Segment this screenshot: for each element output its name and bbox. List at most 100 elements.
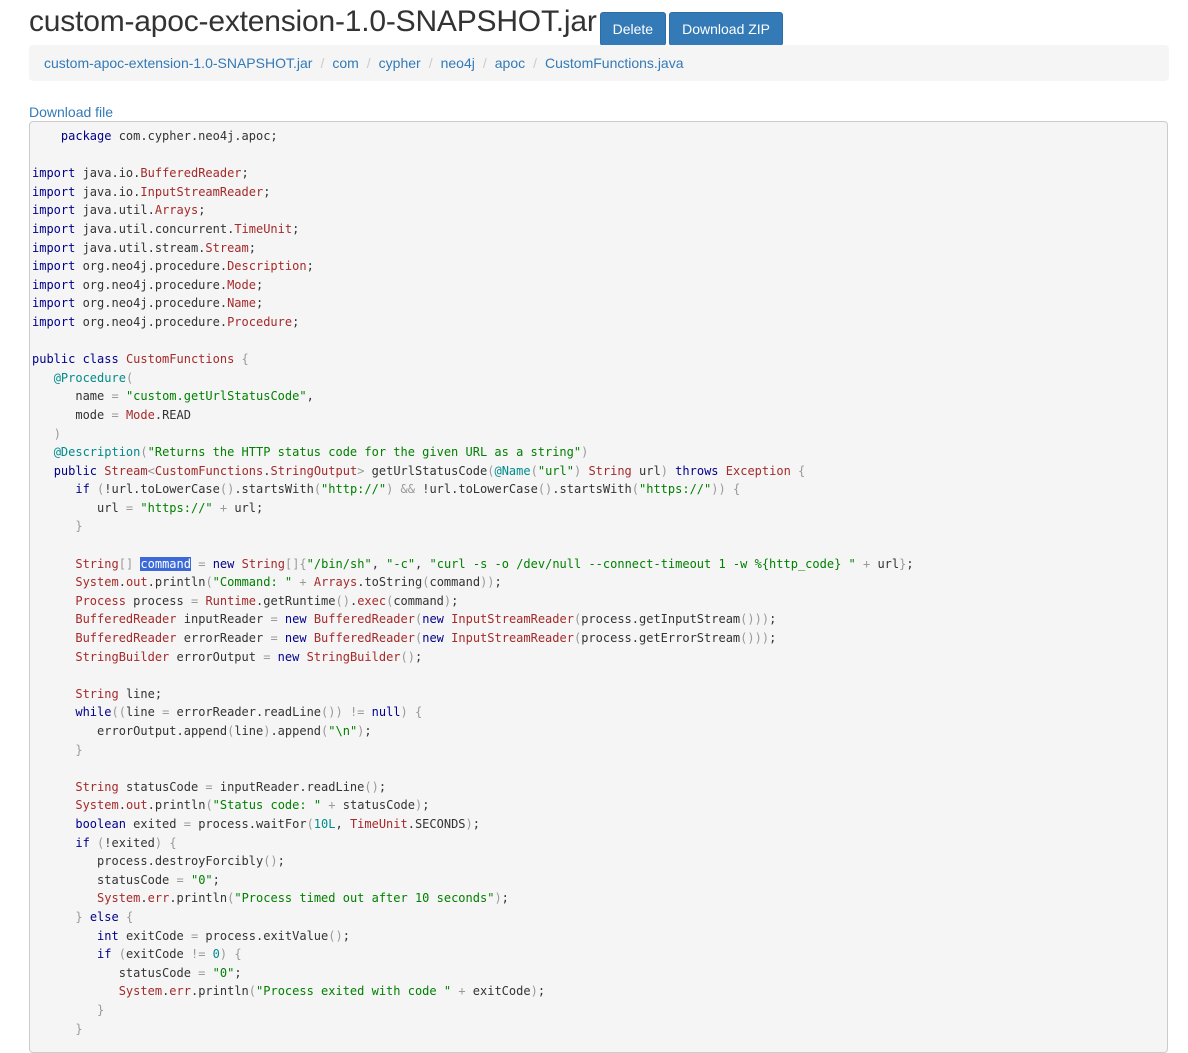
- code-token: BufferedReader: [313, 612, 415, 627]
- code-token: @Name: [494, 463, 531, 478]
- code-token: {: [169, 835, 177, 850]
- code-line: System.err.println("Process exited with …: [32, 984, 545, 998]
- code-line: mode = Mode.READ: [32, 408, 191, 422]
- download-zip-button[interactable]: Download ZIP: [669, 12, 784, 46]
- code-line: int exitCode = process.exitValue();: [32, 929, 350, 943]
- code-token: 10L: [313, 816, 336, 831]
- code-token: exitCode: [118, 928, 191, 943]
- code-token: java.io.: [75, 184, 141, 199]
- delete-button[interactable]: Delete: [599, 12, 667, 46]
- code-token: =: [270, 612, 278, 627]
- code-token: Mode: [125, 407, 155, 422]
- code-token: (: [125, 370, 134, 385]
- code-token: while: [75, 705, 112, 720]
- code-token: name: [32, 389, 112, 404]
- code-token: exec: [357, 593, 387, 608]
- code-token: .startsWith: [552, 482, 632, 497]
- code-token: "url": [537, 463, 574, 478]
- code-token: ;: [342, 928, 350, 943]
- code-token: Stream: [205, 240, 249, 255]
- code-token: new: [422, 612, 444, 627]
- download-file-link[interactable]: Download file: [29, 102, 113, 122]
- code-token: exitCode: [465, 984, 531, 999]
- code-token: errorOutput.append: [32, 724, 228, 738]
- code-token: Procedure: [227, 314, 293, 329]
- code-token: (): [328, 928, 343, 943]
- code-line: BufferedReader errorReader = new Buffere…: [32, 631, 776, 645]
- code-token: statusCode: [32, 965, 199, 980]
- code-token: ;: [472, 816, 480, 831]
- code-token: ;: [378, 779, 387, 794]
- code-line: url = "https://" + url;: [32, 501, 263, 515]
- code-token: java.util.concurrent.: [75, 221, 235, 236]
- page: custom-apoc-extension-1.0-SNAPSHOT.jar D…: [0, 0, 1188, 1053]
- breadcrumb-separator: /: [366, 55, 371, 71]
- code-token: .READ: [154, 407, 191, 422]
- code-token: org.neo4j.procedure.: [75, 296, 228, 311]
- breadcrumb-item[interactable]: CustomFunctions.java: [545, 53, 684, 73]
- code-token: (): [263, 854, 278, 869]
- code-token: line;: [118, 686, 163, 701]
- code-token: 0: [212, 947, 220, 962]
- code-token: ()): [321, 705, 343, 720]
- breadcrumb-item[interactable]: custom-apoc-extension-1.0-SNAPSHOT.jar: [44, 53, 312, 73]
- code-token: }: [75, 519, 83, 534]
- code-token: ;: [451, 593, 459, 608]
- code-token: !=: [349, 705, 365, 720]
- code-token: String: [75, 686, 119, 701]
- code-viewer[interactable]: package com.cypher.neo4j.apoc; import ja…: [29, 121, 1168, 1053]
- code-token: InputStreamReader: [140, 184, 264, 199]
- code-token: }: [75, 742, 83, 757]
- code-token: ((: [111, 705, 126, 720]
- code-token: .startsWith: [234, 482, 314, 497]
- code-token: String: [241, 556, 285, 571]
- code-token: import: [32, 296, 76, 311]
- code-token: boolean: [75, 816, 126, 831]
- code-line: @Procedure(: [32, 371, 133, 385]
- code-token: ;: [255, 277, 264, 292]
- code-line: boolean exited = process.waitFor(10L, Ti…: [32, 817, 480, 831]
- breadcrumb-item[interactable]: neo4j: [441, 53, 475, 73]
- code-token: java.util.: [75, 203, 155, 218]
- code-token: ;: [414, 649, 423, 664]
- code-token: System: [118, 984, 163, 999]
- code-token: System: [97, 891, 141, 906]
- breadcrumb-item[interactable]: apoc: [495, 53, 525, 73]
- breadcrumb-item[interactable]: com: [332, 53, 358, 73]
- code-token: errorReader.readLine: [169, 705, 322, 720]
- breadcrumb-item[interactable]: cypher: [379, 53, 421, 73]
- code-token: System: [75, 798, 119, 813]
- code-token: err: [169, 984, 191, 999]
- code-token: ;: [494, 575, 502, 590]
- code-token: {: [125, 909, 134, 924]
- code-token: exited: [125, 816, 184, 831]
- code-line: BufferedReader inputReader = new Buffere…: [32, 612, 776, 626]
- code-token: int: [97, 928, 119, 943]
- breadcrumb-separator: /: [533, 55, 537, 71]
- code-token: {: [241, 352, 249, 367]
- code-token: }: [75, 909, 83, 924]
- code-token: command: [429, 575, 481, 590]
- code-token: (: [530, 463, 538, 478]
- code-token: "\n": [328, 724, 358, 738]
- code-line: System.out.println("Command: " + Arrays.…: [32, 575, 502, 590]
- code-token: {: [732, 482, 741, 497]
- code-token: process.exitValue: [198, 928, 329, 943]
- code-token: null: [371, 705, 401, 720]
